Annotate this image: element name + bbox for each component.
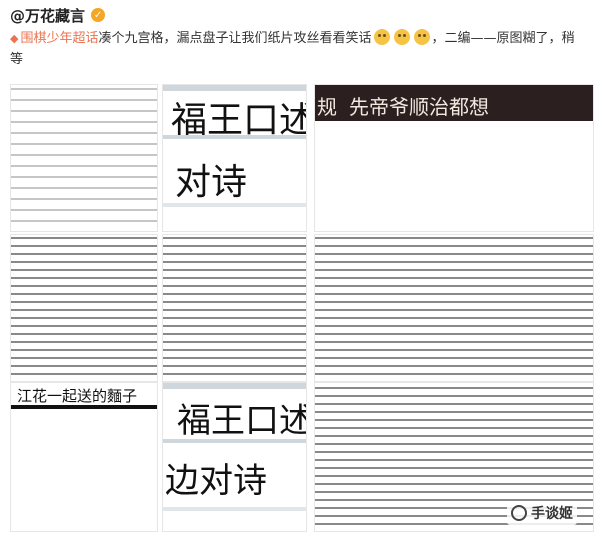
post-body: 凑个九宫格，漏点盘子让我们纸片攻丝看看笑话 bbox=[98, 31, 372, 46]
smile-emoji-icon bbox=[373, 29, 390, 45]
wechat-icon bbox=[511, 505, 527, 521]
topic-label: 围棋少年超话 bbox=[20, 31, 99, 46]
grid-image-5[interactable] bbox=[162, 234, 307, 382]
grid-image-3[interactable]: 规 先帝爷顺治都想 bbox=[314, 84, 594, 232]
post-body-tail-2: 等 bbox=[10, 52, 24, 67]
post-header: @万花藏言 ✓ bbox=[10, 5, 106, 26]
post-body-tail: ，二编——原图糊了，稍 bbox=[431, 31, 575, 46]
verified-badge-icon: ✓ bbox=[91, 8, 106, 22]
smile-emoji-icon bbox=[413, 29, 430, 45]
tile8-text-1: 福王口述 bbox=[177, 401, 307, 441]
grid-image-7[interactable]: 江花一起送的麵子 bbox=[10, 382, 158, 532]
smile-emoji-icon bbox=[393, 29, 410, 45]
tile3-left-text: 规 bbox=[317, 95, 337, 119]
grid-image-6[interactable] bbox=[314, 234, 594, 382]
grid-image-4[interactable] bbox=[10, 234, 158, 382]
username[interactable]: @万花藏言 bbox=[10, 5, 85, 26]
tile7-caption: 江花一起送的麵子 bbox=[17, 387, 138, 405]
post-text: ◆ 围棋少年超话凑个九宫格，漏点盘子让我们纸片攻丝看看笑话 ，二编——原图糊了，稍等 bbox=[10, 28, 595, 70]
grid-image-1[interactable] bbox=[10, 84, 158, 232]
tile3-text: 先帝爷顺治都想 bbox=[349, 95, 489, 119]
topic-icon: ◆ bbox=[10, 32, 19, 45]
image-grid: 福王口述妖 对诗 规 先帝爷顺治都想 江花一起送的麵子 福王口述 边对诗 手谈姬 bbox=[10, 84, 594, 532]
grid-image-9[interactable]: 手谈姬 bbox=[314, 382, 594, 532]
watermark-text: 手谈姬 bbox=[531, 506, 573, 522]
grid-image-8[interactable]: 福王口述 边对诗 bbox=[162, 382, 307, 532]
tile8-text-2: 边对诗 bbox=[165, 461, 267, 501]
watermark: 手谈姬 bbox=[507, 501, 577, 525]
topic-link[interactable]: ◆ 围棋少年超话 bbox=[10, 31, 98, 46]
tile2-text-2: 对诗 bbox=[175, 162, 248, 203]
grid-image-2[interactable]: 福王口述妖 对诗 bbox=[162, 84, 307, 232]
